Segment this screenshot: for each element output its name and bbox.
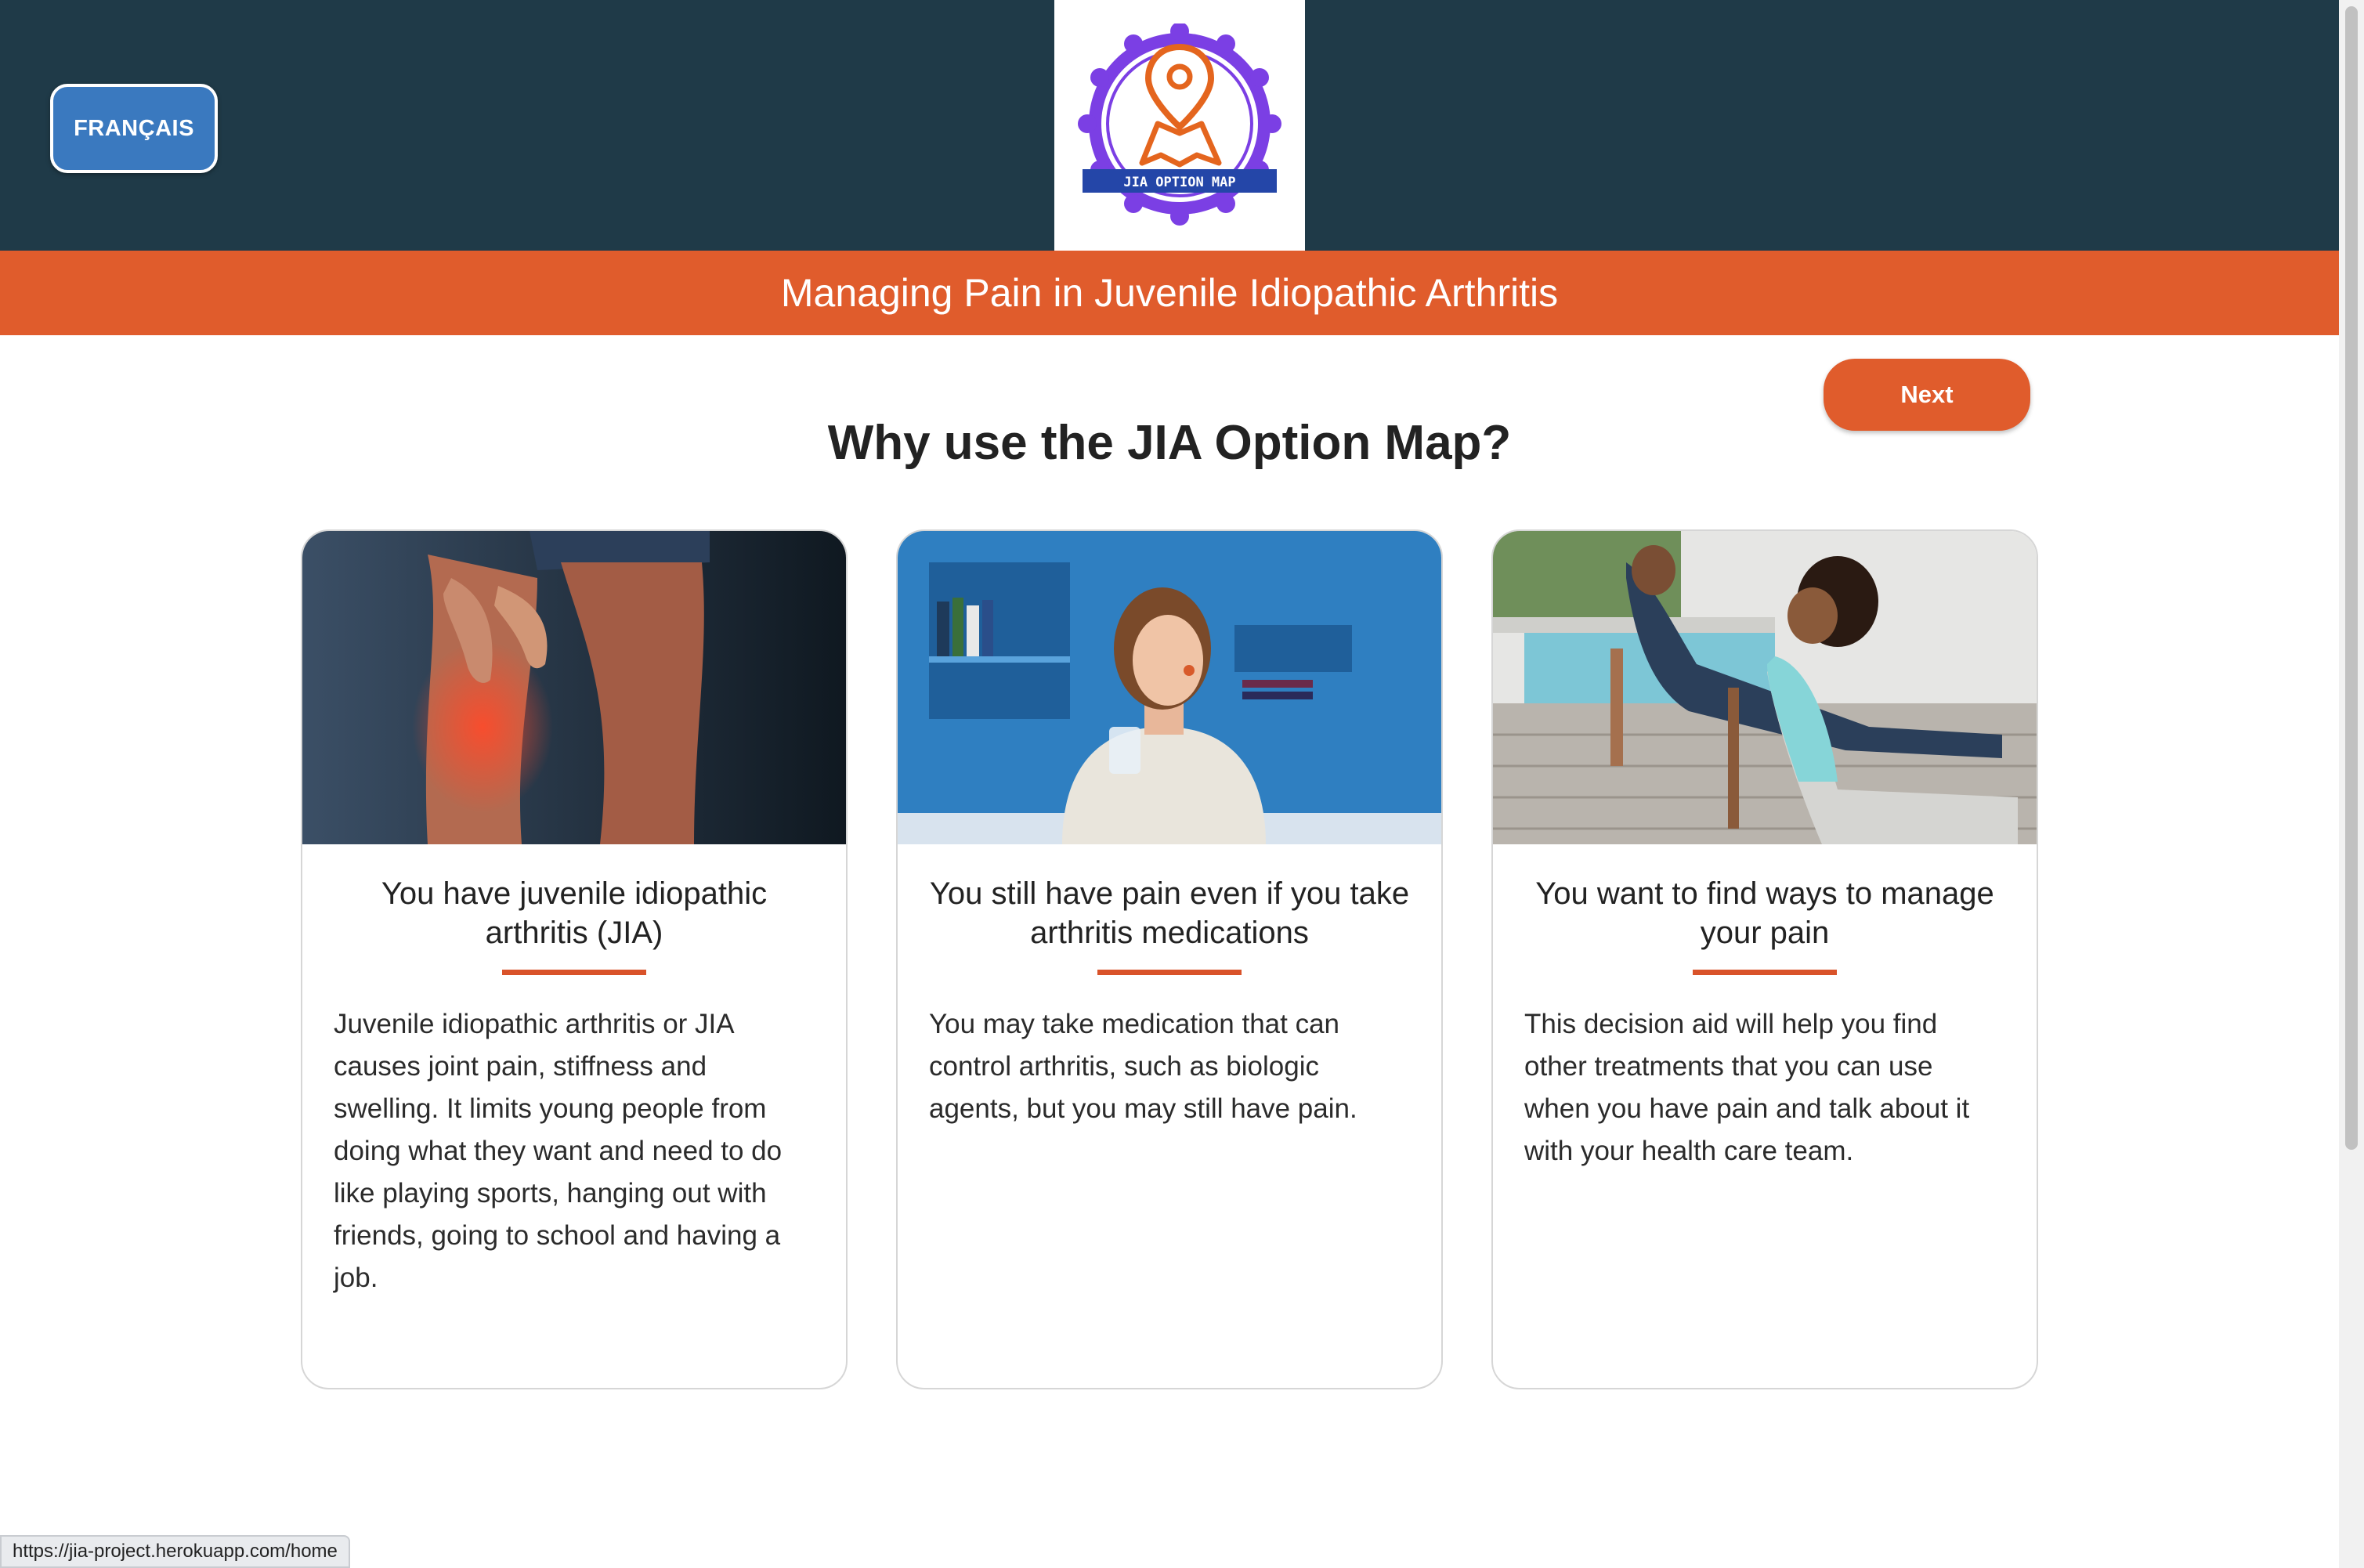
top-header: FRANÇAIS JIA OPTION MAP [0,0,2339,251]
title-banner: Managing Pain in Juvenile Idiopathic Art… [0,251,2339,335]
logo-text: JIA OPTION MAP [1123,175,1235,190]
title-underline [1693,970,1837,975]
jia-option-map-logo[interactable]: JIA OPTION MAP [1054,0,1305,251]
card-title: You want to find ways to manage your pai… [1535,876,1994,950]
card-description: You may take medication that can control… [929,1009,1357,1124]
banner-title: Managing Pain in Juvenile Idiopathic Art… [780,271,1559,315]
info-card-jia: You have juvenile idiopathic arthritis (… [301,529,848,1389]
yoga-outdoors-photo [1493,531,2037,844]
logo-badge-icon: JIA OPTION MAP [1078,23,1281,226]
page-heading: Why use the JIA Option Map? [827,416,1512,470]
info-card-medication: You still have pain even if you take art… [896,529,1443,1389]
knee-pain-photo [302,531,846,844]
status-bar-url: https://jia-project.herokuapp.com/home [0,1535,350,1568]
title-underline [1097,970,1242,975]
card-title: You still have pain even if you take art… [929,876,1410,950]
card-description: Juvenile idiopathic arthritis or JIA cau… [334,1009,783,1293]
card-description: This decision aid will help you find oth… [1524,1009,1970,1166]
girl-taking-pill-photo [898,531,1441,844]
title-underline [502,970,646,975]
info-card-manage-pain: You want to find ways to manage your pai… [1491,529,2038,1389]
scrollbar-thumb[interactable] [2345,6,2358,1150]
card-title: You have juvenile idiopathic arthritis (… [381,876,768,950]
language-toggle-button[interactable]: FRANÇAIS [50,84,218,173]
